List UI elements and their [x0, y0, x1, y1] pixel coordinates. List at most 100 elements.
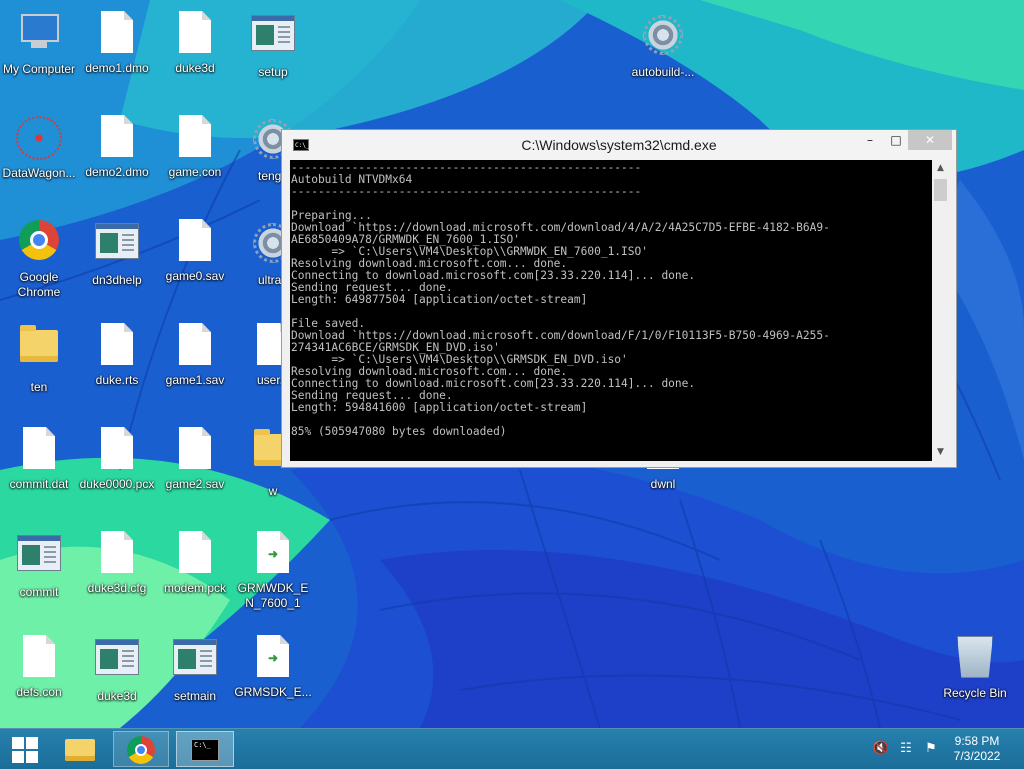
desktop-icon-label: demo2.dmo	[85, 165, 149, 179]
cmd-window-title: C:\Windows\system32\cmd.exe	[521, 137, 717, 153]
file-icon	[179, 11, 211, 53]
molecule-icon	[16, 116, 62, 160]
file-icon	[179, 323, 211, 365]
desktop-icon[interactable]: setup	[234, 8, 312, 80]
console-scrollbar[interactable]: ▲ ▼	[932, 160, 949, 461]
desktop-icon[interactable]: My Computer	[0, 8, 78, 77]
desktop-icon-label: Recycle Bin	[943, 686, 1007, 700]
start-button[interactable]	[8, 731, 42, 767]
desktop-icon[interactable]: autobuild-...	[624, 8, 702, 80]
desktop-icon-label: autobuild-...	[631, 65, 695, 79]
desktop-icon[interactable]: commit	[0, 528, 78, 600]
desktop-icon[interactable]: dn3dhelp	[78, 216, 156, 288]
desktop-icon-label: DataWagon...	[2, 166, 76, 180]
desktop-icon-label: duke3d.cfg	[87, 581, 147, 595]
desktop-icon[interactable]: ten	[0, 320, 78, 395]
file-icon	[23, 427, 55, 469]
desktop-icon[interactable]: duke.rts	[78, 320, 156, 388]
desktop-icon[interactable]: commit.dat	[0, 424, 78, 492]
desktop-icon-label: duke3d	[97, 689, 137, 703]
console-output[interactable]: ----------------------------------------…	[290, 160, 932, 461]
desktop-icon[interactable]: Recycle Bin	[936, 632, 1014, 701]
desktop-icon-label: game1.sav	[165, 373, 225, 387]
console-text: ----------------------------------------…	[291, 161, 830, 438]
desktop-icon[interactable]: game2.sav	[156, 424, 234, 492]
desktop-icon[interactable]: demo1.dmo	[78, 8, 156, 76]
desktop-icon[interactable]: modem.pck	[156, 528, 234, 596]
scroll-thumb[interactable]	[934, 179, 947, 201]
scroll-down-icon[interactable]: ▼	[932, 444, 949, 461]
desktop-icon[interactable]: ➜ GRMSDK_E...	[234, 632, 312, 700]
action-center-flag-icon[interactable]: ⚑	[922, 741, 940, 757]
desktop-icon[interactable]: duke3d.cfg	[78, 528, 156, 596]
desktop-icon[interactable]: duke3d	[156, 8, 234, 76]
folder-icon	[20, 325, 58, 362]
desktop-icon-label: demo1.dmo	[85, 61, 149, 75]
close-button[interactable]: ✕	[908, 130, 952, 150]
desktop-icon-label: dwnl	[650, 477, 676, 491]
taskbar-file-explorer[interactable]	[58, 731, 104, 767]
desktop-icon-label: My Computer	[2, 62, 76, 76]
windows-logo-tile	[26, 751, 38, 763]
desktop-icon-label: setup	[258, 65, 288, 79]
desktop-icon[interactable]: demo2.dmo	[78, 112, 156, 180]
desktop-icon-label: duke.rts	[95, 373, 139, 387]
desktop-icon[interactable]: game1.sav	[156, 320, 234, 388]
desktop-icon-label: GRMSDK_E...	[234, 685, 312, 699]
chrome-icon	[19, 220, 59, 260]
cmd-icon: C:\_	[191, 739, 219, 761]
gear-file-icon	[643, 15, 683, 55]
cmd-titlebar[interactable]: C:\_ C:\Windows\system32\cmd.exe – □ ✕	[282, 130, 956, 160]
package-file-icon: ➜	[249, 635, 297, 677]
file-icon	[179, 531, 211, 573]
desktop-icon-label: duke0000.pcx	[79, 477, 155, 491]
app-window-icon	[95, 639, 139, 675]
file-icon	[101, 115, 133, 157]
clock-date: 7/3/2022	[953, 749, 1001, 763]
taskbar: C:\_ 🔇 ☷ ⚑ 9:58 PM 7/3/2022	[0, 728, 1024, 769]
desktop-icon-label: w	[268, 484, 278, 498]
windows-logo-tile	[12, 751, 24, 763]
taskbar-chrome[interactable]	[113, 731, 169, 767]
desktop-icon[interactable]: setmain	[156, 632, 234, 704]
desktop-icon[interactable]: duke3d	[78, 632, 156, 704]
desktop-icon-label: game.con	[168, 165, 222, 179]
folder-icon	[65, 739, 95, 761]
desktop-icon-label: dn3dhelp	[92, 273, 142, 287]
package-file-icon: ➜	[249, 531, 297, 573]
minimize-button[interactable]: –	[856, 130, 884, 150]
file-icon	[101, 323, 133, 365]
app-window-icon	[17, 535, 61, 571]
desktop-icon[interactable]: DataWagon...	[0, 112, 78, 181]
desktop-icon[interactable]: Google Chrome	[0, 216, 78, 300]
windows-logo-icon	[12, 737, 24, 749]
network-icon[interactable]: ☷	[897, 741, 915, 757]
scroll-up-icon[interactable]: ▲	[932, 160, 949, 177]
recycle-bin-icon	[957, 636, 993, 678]
desktop-icon-label: defs.con	[16, 685, 62, 699]
desktop-icon[interactable]: duke0000.pcx	[78, 424, 156, 492]
desktop-icon-label: commit	[19, 585, 59, 599]
file-icon	[101, 531, 133, 573]
desktop-icon-label: GRMWDK_EN_7600_1	[237, 581, 309, 610]
desktop-icon-label: commit.dat	[9, 477, 69, 491]
app-window-icon	[173, 639, 217, 675]
desktop-icon[interactable]: defs.con	[0, 632, 78, 700]
taskbar-cmd[interactable]: C:\_	[176, 731, 234, 767]
file-icon	[179, 219, 211, 261]
desktop-icon[interactable]: game0.sav	[156, 216, 234, 284]
desktop-icon-label: duke3d	[175, 61, 215, 75]
file-icon	[179, 115, 211, 157]
cmd-window[interactable]: C:\_ C:\Windows\system32\cmd.exe – □ ✕ -…	[281, 129, 957, 468]
file-icon	[101, 11, 133, 53]
desktop-icon[interactable]: ➜ GRMWDK_EN_7600_1	[234, 528, 312, 611]
desktop-icon[interactable]: game.con	[156, 112, 234, 180]
desktop-icon-label: modem.pck	[163, 581, 227, 595]
app-window-icon	[95, 223, 139, 259]
system-clock[interactable]: 9:58 PM 7/3/2022	[944, 734, 1010, 764]
chrome-icon	[127, 736, 155, 764]
clock-time: 9:58 PM	[954, 734, 1000, 748]
maximize-button[interactable]: □	[882, 130, 910, 150]
file-icon	[101, 427, 133, 469]
volume-muted-icon[interactable]: 🔇	[872, 741, 890, 757]
